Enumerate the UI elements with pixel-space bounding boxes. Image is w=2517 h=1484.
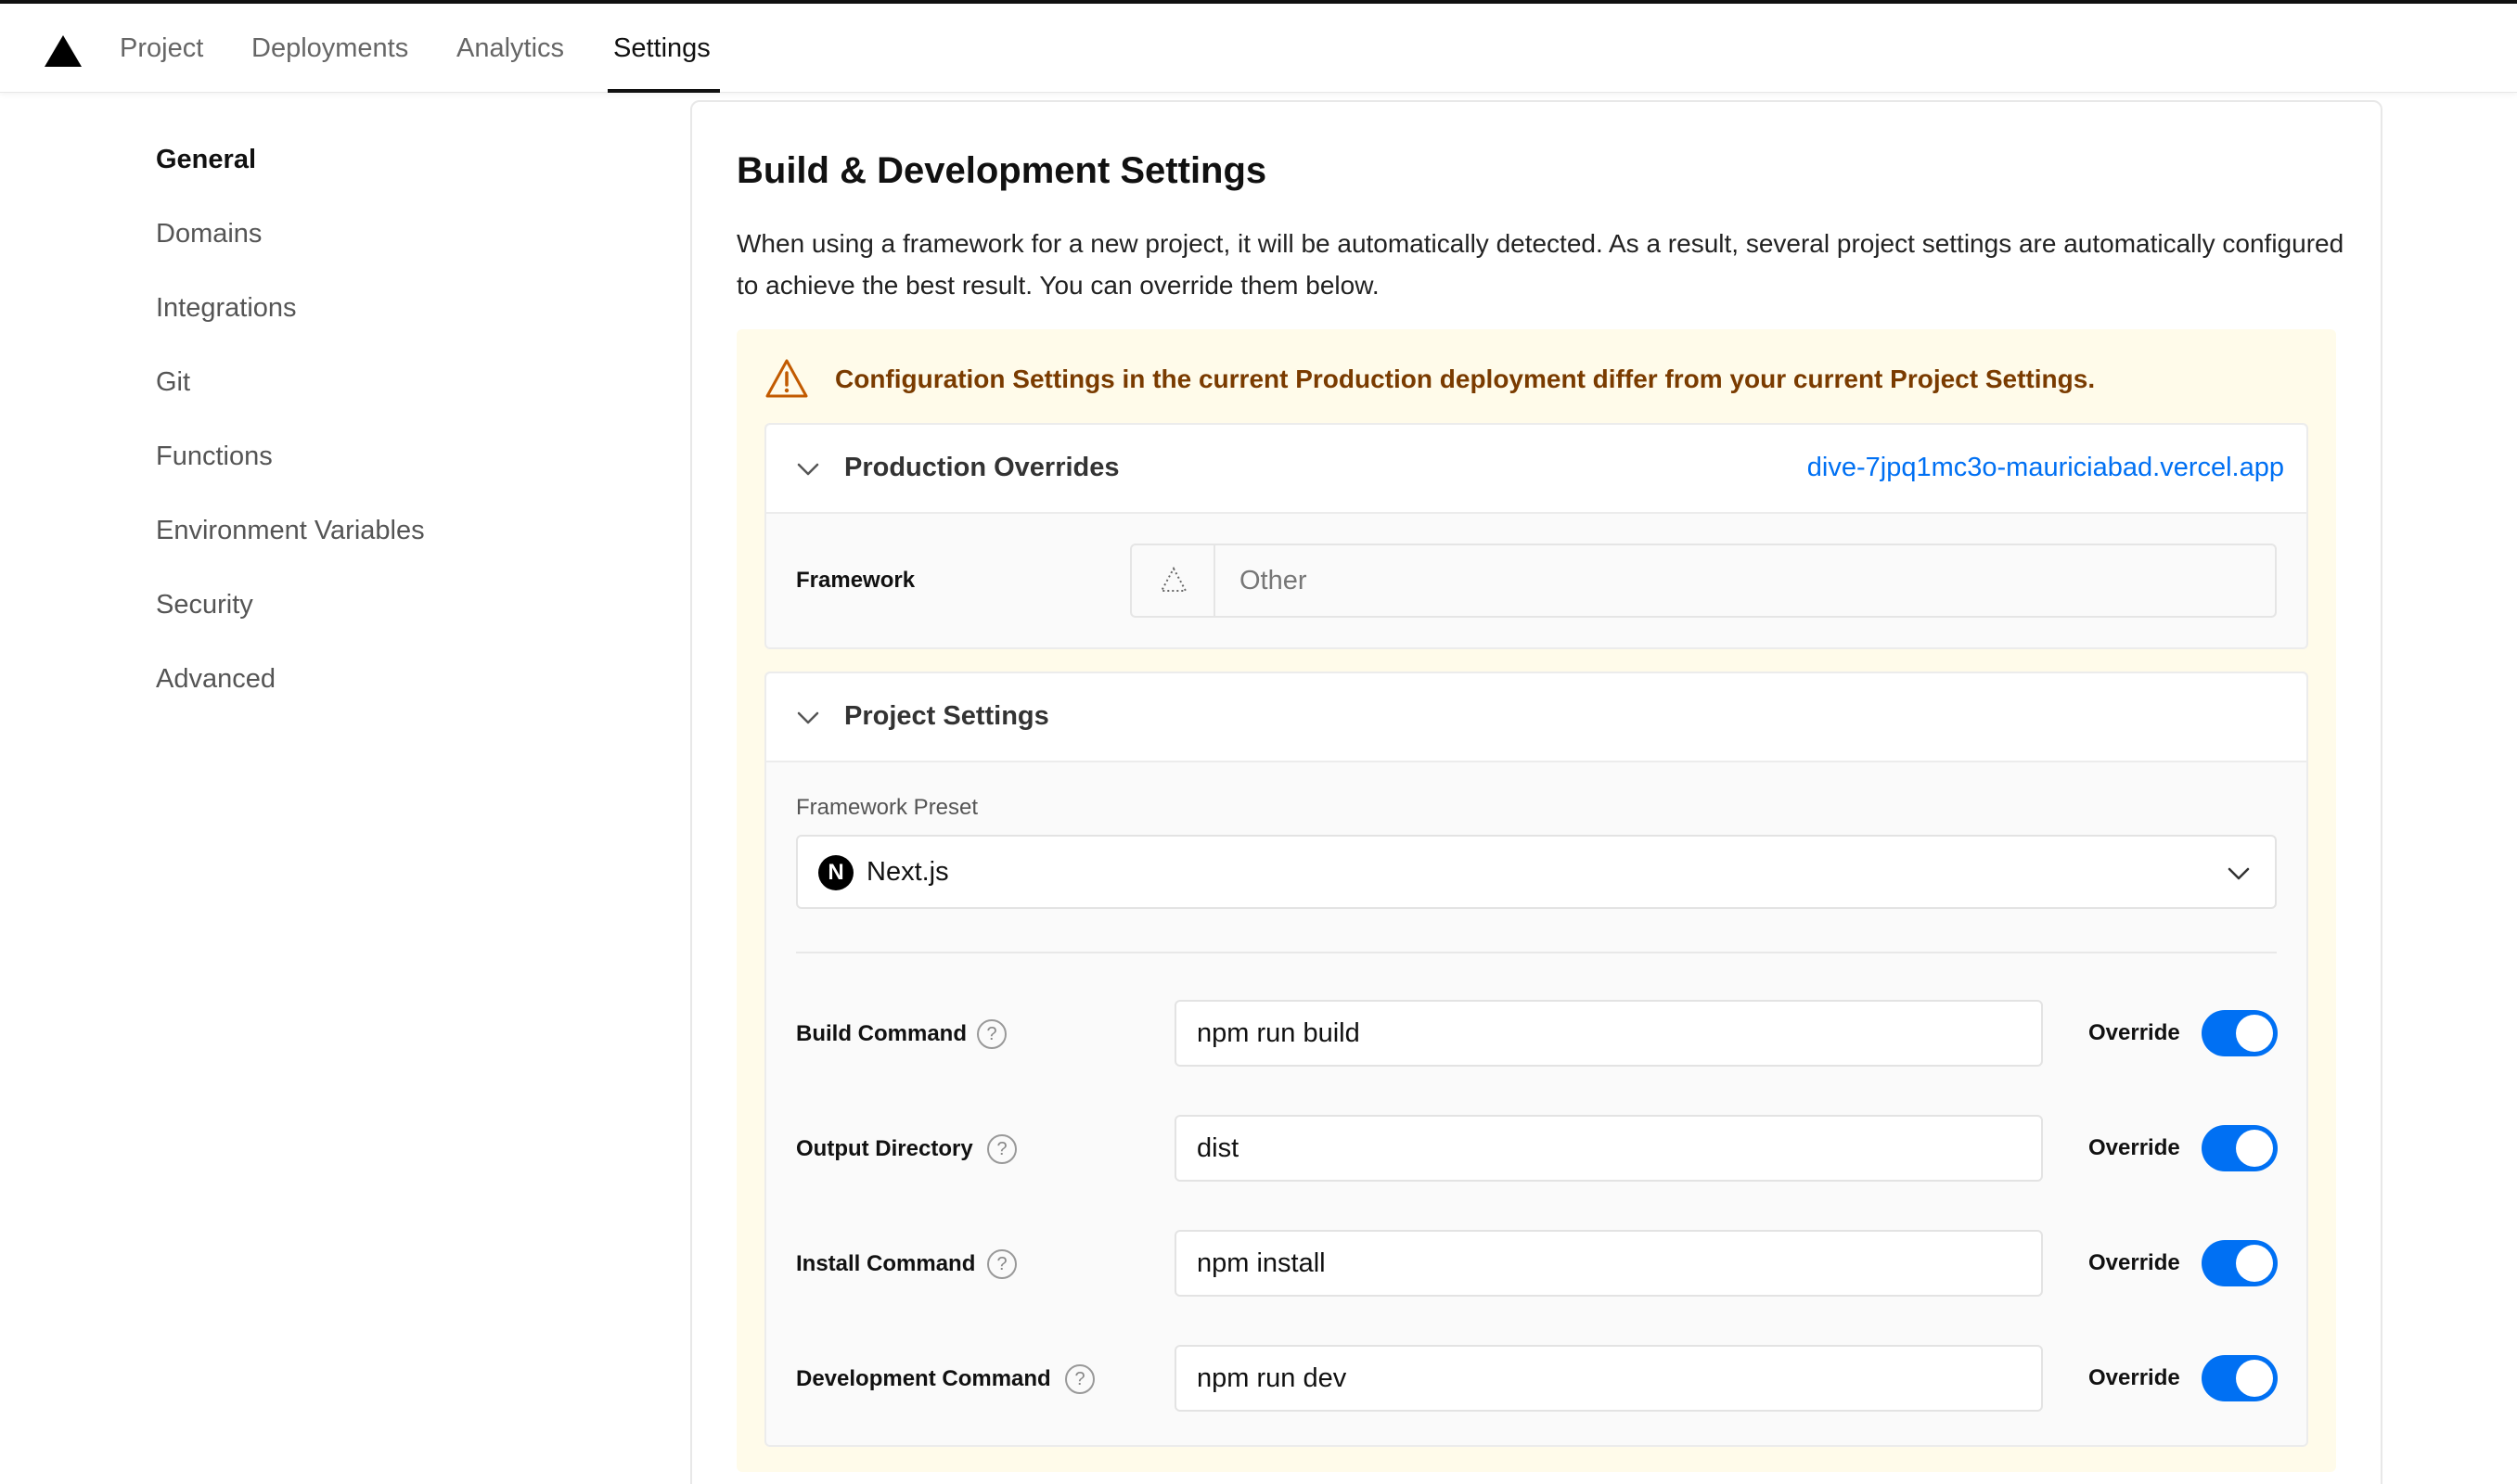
sidebar-item-environment-variables[interactable]: Environment Variables [156, 512, 425, 549]
framework-preset-select[interactable]: N Next.js [796, 835, 2277, 909]
toggle-knob [2236, 1245, 2273, 1282]
nav-tab-project[interactable]: Project [120, 28, 203, 69]
question-circle-icon[interactable]: ? [987, 1249, 1017, 1279]
sidebar-item-advanced[interactable]: Advanced [156, 660, 276, 697]
active-tab-indicator [608, 89, 720, 93]
sidebar-item-git[interactable]: Git [156, 364, 190, 401]
question-circle-icon[interactable]: ? [987, 1134, 1017, 1164]
deployment-link[interactable]: dive-7jpq1mc3o-mauriciabad.vercel.app [1807, 449, 2284, 486]
install-command-label: Install Command [796, 1251, 976, 1276]
output-directory-label: Output Directory [796, 1136, 973, 1161]
question-circle-icon[interactable]: ? [1065, 1364, 1095, 1394]
question-circle-icon[interactable]: ? [977, 1019, 1007, 1049]
production-overrides-title: Production Overrides [844, 453, 1120, 482]
sidebar-item-security[interactable]: Security [156, 586, 253, 623]
build-command-label: Build Command [796, 1021, 967, 1046]
framework-value: Other [1239, 566, 1307, 595]
build-command-input[interactable] [1175, 1000, 2043, 1067]
install-command-override-label: Override [2088, 1250, 2180, 1275]
chevron-down-icon[interactable] [796, 462, 820, 477]
project-settings-title: Project Settings [844, 701, 1049, 731]
development-command-input[interactable] [1175, 1345, 2043, 1412]
warning-triangle-icon [765, 359, 808, 398]
development-command-label: Development Command [796, 1366, 1051, 1391]
nav-tab-settings[interactable]: Settings [613, 28, 711, 69]
output-directory-override-label: Override [2088, 1135, 2180, 1160]
framework-label: Framework [796, 568, 916, 593]
section-description: When using a framework for a new project… [737, 229, 2344, 300]
toggle-knob [2236, 1015, 2273, 1052]
project-settings-header[interactable]: Project Settings [766, 673, 2306, 762]
top-navigation: Project Deployments Analytics Settings [0, 4, 2517, 93]
sidebar-item-domains[interactable]: Domains [156, 215, 262, 252]
warning-message: Configuration Settings in the current Pr… [835, 365, 2096, 393]
build-command-override-toggle[interactable] [2202, 1010, 2278, 1056]
vercel-logo-icon[interactable] [45, 35, 82, 67]
framework-preset-label: Framework Preset [796, 795, 979, 820]
nextjs-logo-icon: N [818, 855, 854, 890]
nav-tab-analytics[interactable]: Analytics [456, 28, 564, 69]
sidebar-item-integrations[interactable]: Integrations [156, 289, 297, 326]
nav-tab-deployments[interactable]: Deployments [251, 28, 408, 69]
chevron-down-icon [2228, 867, 2250, 880]
development-command-override-toggle[interactable] [2202, 1355, 2278, 1401]
sidebar-item-general[interactable]: General [156, 141, 256, 178]
output-directory-override-toggle[interactable] [2202, 1125, 2278, 1171]
toggle-knob [2236, 1360, 2273, 1397]
install-command-input[interactable] [1175, 1230, 2043, 1297]
framework-preset-value: Next.js [867, 857, 949, 887]
section-divider [796, 952, 2277, 953]
page-title: Build & Development Settings [737, 150, 1267, 191]
output-directory-input[interactable] [1175, 1115, 2043, 1182]
dotted-triangle-icon [1160, 566, 1188, 592]
build-command-override-label: Override [2088, 1020, 2180, 1045]
framework-display: Other [1130, 544, 2277, 618]
install-command-override-toggle[interactable] [2202, 1240, 2278, 1286]
chevron-down-icon[interactable] [796, 710, 820, 725]
development-command-override-label: Override [2088, 1365, 2180, 1390]
production-overrides-header[interactable]: Production Overrides dive-7jpq1mc3o-maur… [766, 425, 2306, 514]
framework-icon-cell [1132, 545, 1215, 616]
sidebar-item-functions[interactable]: Functions [156, 438, 273, 475]
toggle-knob [2236, 1130, 2273, 1167]
